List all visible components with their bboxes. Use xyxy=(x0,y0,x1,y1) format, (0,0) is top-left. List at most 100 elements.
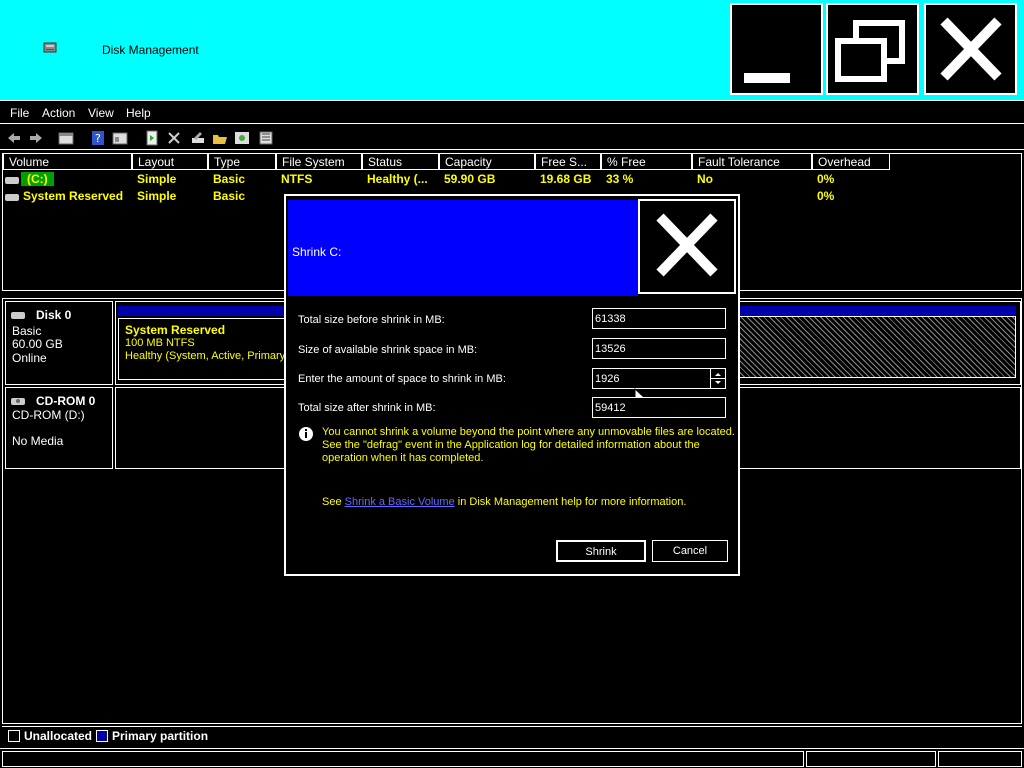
col-filesystem[interactable]: File System xyxy=(276,154,362,170)
dialog-title: Shrink C: xyxy=(292,245,342,259)
legend-primary-swatch xyxy=(96,730,108,742)
title-bar: Disk Management xyxy=(0,0,1024,100)
disk-size: 60.00 GB xyxy=(12,337,63,351)
shrink-dialog: Shrink C: Total size before shrink in MB… xyxy=(284,194,740,576)
cell-type: Basic xyxy=(213,172,246,186)
refresh-icon[interactable] xyxy=(144,130,160,146)
cancel-button[interactable]: Cancel xyxy=(652,540,728,562)
info-text-line2: See the "defrag" event in the Applicatio… xyxy=(322,439,700,451)
col-fault-tolerance[interactable]: Fault Tolerance xyxy=(692,154,812,170)
console-tree-icon[interactable] xyxy=(58,130,74,146)
disk-icon xyxy=(11,312,25,319)
help-text: See Shrink a Basic Volume in Disk Manage… xyxy=(322,496,686,509)
window-title: Disk Management xyxy=(102,43,199,57)
c-partition[interactable] xyxy=(716,316,1016,378)
cdrom-name: CD-ROM 0 xyxy=(36,394,96,408)
cell-filesystem: NTFS xyxy=(281,172,313,186)
cdrom-type: CD-ROM (D:) xyxy=(12,408,85,422)
cell-volume: System Reserved xyxy=(23,189,124,203)
status-segment xyxy=(938,751,1022,767)
cell-free-space: 19.68 GB xyxy=(540,172,592,186)
col-free-space[interactable]: Free S... xyxy=(535,154,601,170)
shrink-amount-input[interactable] xyxy=(592,368,710,389)
disk-0-label[interactable]: Disk 0 Basic 60.00 GB Online xyxy=(5,301,113,385)
disk-state: Online xyxy=(12,351,47,365)
status-segment xyxy=(2,751,804,767)
legend-unallocated: Unallocated xyxy=(24,729,93,743)
disk-management-icon xyxy=(42,40,58,56)
available-space-field xyxy=(592,338,726,359)
cell-volume: (C:) xyxy=(21,172,54,186)
minimize-button[interactable] xyxy=(730,3,823,95)
disk-name: Disk 0 xyxy=(36,308,72,322)
help-icon[interactable]: ? xyxy=(90,130,106,146)
cdrom-state: No Media xyxy=(12,434,64,448)
menu-action[interactable]: Action xyxy=(42,106,75,120)
shrink-button[interactable]: Shrink xyxy=(556,540,646,562)
help-suffix: in Disk Management help for more informa… xyxy=(454,496,687,508)
menu-file[interactable]: File xyxy=(10,106,29,120)
cell-fault-tolerance: No xyxy=(697,172,713,186)
legend-primary: Primary partition xyxy=(112,729,209,743)
status-bar xyxy=(0,748,1024,768)
cell-overhead: 0% xyxy=(817,189,835,203)
close-button[interactable] xyxy=(924,3,1017,95)
cell-pct-free: 33 % xyxy=(606,172,634,186)
partition-size: 100 MB NTFS xyxy=(125,337,195,349)
back-icon[interactable] xyxy=(6,130,22,146)
cell-capacity: 59.90 GB xyxy=(444,172,496,186)
dialog-title-bar: Shrink C: xyxy=(288,200,638,296)
after-size-label: Total size after shrink in MB: xyxy=(298,402,436,414)
col-overhead[interactable]: Overhead xyxy=(812,154,890,170)
open-icon[interactable] xyxy=(212,130,228,146)
partition-status: Healthy (System, Active, Primary P xyxy=(125,350,286,362)
search-icon[interactable] xyxy=(234,130,250,146)
col-status[interactable]: Status xyxy=(362,154,439,170)
svg-text:?: ? xyxy=(95,132,101,145)
toolbar: ? xyxy=(0,126,1024,150)
disk-type: Basic xyxy=(12,324,42,338)
partition-name: System Reserved xyxy=(125,323,226,337)
cell-layout: Simple xyxy=(137,172,177,186)
rescan-icon[interactable] xyxy=(258,130,274,146)
after-size-field xyxy=(592,397,726,418)
help-link[interactable]: Shrink a Basic Volume xyxy=(345,496,455,508)
shrink-amount-label: Enter the amount of space to shrink in M… xyxy=(298,373,506,385)
cell-layout: Simple xyxy=(137,189,177,203)
help-prefix: See xyxy=(322,496,345,508)
table-row[interactable]: (C:) Simple Basic NTFS Healthy (... 59.9… xyxy=(3,172,1021,188)
system-reserved-partition[interactable]: System Reserved 100 MB NTFS Healthy (Sys… xyxy=(118,318,286,380)
info-text-line3: operation when it has completed. xyxy=(322,452,484,464)
col-pct-free[interactable]: % Free xyxy=(601,154,692,170)
drive-icon xyxy=(5,194,19,201)
cdrom-icon xyxy=(11,398,25,405)
info-icon xyxy=(299,427,313,441)
col-volume[interactable]: Volume xyxy=(3,154,132,170)
forward-icon[interactable] xyxy=(28,130,44,146)
volume-list-header: Volume Layout Type File System Status Ca… xyxy=(3,154,1021,171)
settings-icon[interactable] xyxy=(190,130,206,146)
available-space-label: Size of available shrink space in MB: xyxy=(298,344,478,356)
properties-icon[interactable] xyxy=(112,130,128,146)
cell-status: Healthy (... xyxy=(367,172,428,186)
cell-overhead: 0% xyxy=(817,172,835,186)
drive-icon xyxy=(5,177,19,184)
delete-icon[interactable] xyxy=(166,130,182,146)
shrink-amount-stepper[interactable] xyxy=(710,368,726,389)
menu-view[interactable]: View xyxy=(88,106,114,120)
before-size-label: Total size before shrink in MB: xyxy=(298,314,445,326)
cdrom-0-label[interactable]: CD-ROM 0 CD-ROM (D:) No Media xyxy=(5,387,113,469)
restore-button[interactable] xyxy=(826,3,919,95)
cell-type: Basic xyxy=(213,189,246,203)
legend-unallocated-swatch xyxy=(8,730,20,742)
col-capacity[interactable]: Capacity xyxy=(439,154,535,170)
col-type[interactable]: Type xyxy=(208,154,276,170)
info-text-line1: You cannot shrink a volume beyond the po… xyxy=(322,426,735,438)
status-segment xyxy=(806,751,936,767)
before-size-field xyxy=(592,308,726,329)
menu-bar: File Action View Help xyxy=(0,100,1024,124)
dialog-close-button[interactable] xyxy=(638,199,736,294)
col-layout[interactable]: Layout xyxy=(132,154,208,170)
menu-help[interactable]: Help xyxy=(126,106,151,120)
legend: Unallocated Primary partition xyxy=(2,726,1022,746)
